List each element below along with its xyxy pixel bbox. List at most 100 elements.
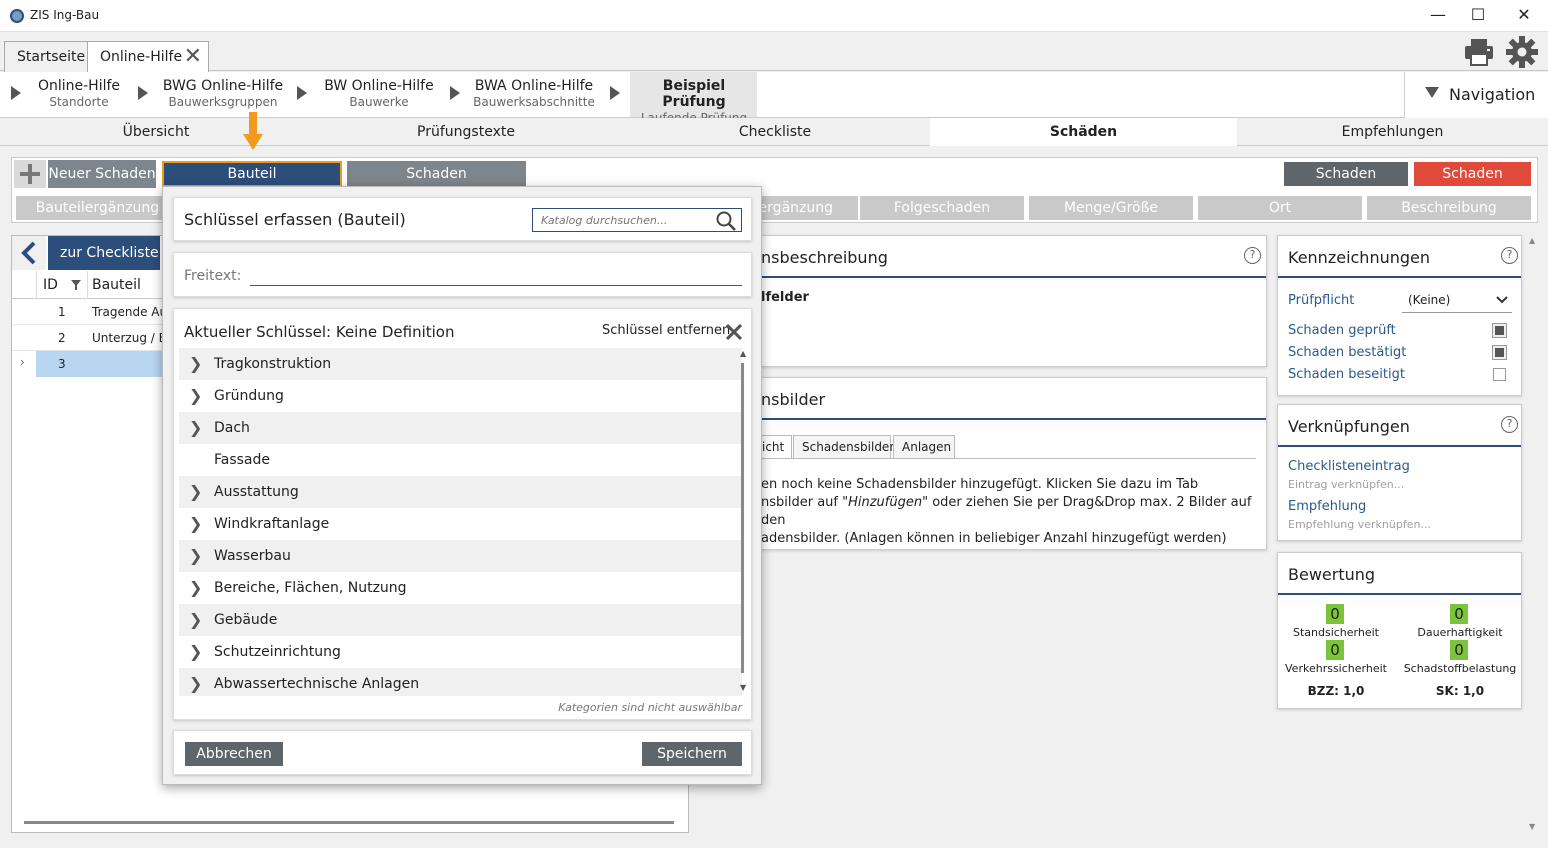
- tab-anlagen[interactable]: Anlagen: [893, 435, 955, 459]
- page-scroll-down-icon[interactable]: ▼: [1529, 822, 1535, 831]
- copy-damage-button[interactable]: Schaden kopieren: [1284, 162, 1408, 206]
- tree-item-schutzeinrichtung[interactable]: ❯ Schutzeinrichtung: [179, 636, 742, 668]
- bauteilergaenzung-button[interactable]: Bauteilergänzung: [16, 196, 179, 220]
- help-icon[interactable]: ?: [1501, 247, 1518, 264]
- help-icon[interactable]: ?: [1244, 247, 1261, 264]
- col-bauteil-header[interactable]: Bauteil: [92, 277, 141, 293]
- col-id-header[interactable]: ID: [36, 271, 88, 299]
- gear-icon[interactable]: [1505, 35, 1539, 69]
- chevron-right-icon: ❯: [189, 642, 203, 661]
- tree-item-gebaeude[interactable]: ❯ Gebäude: [179, 604, 742, 636]
- chevron-right-icon: ❯: [189, 482, 203, 501]
- back-button[interactable]: [12, 236, 46, 270]
- tab-checkliste[interactable]: Checkliste: [620, 118, 930, 146]
- pruefpflicht-select[interactable]: (Keine): [1402, 289, 1512, 313]
- app-tab-bar: [0, 33, 1548, 71]
- kennzeichnungen-title: Kennzeichnungen: [1288, 248, 1431, 267]
- back-to-checklist-button[interactable]: zur Checkliste: [48, 236, 160, 270]
- triangle-down-icon: [1425, 87, 1439, 98]
- tab-pruefungstexte[interactable]: Prüfungstexte: [312, 118, 620, 146]
- save-button[interactable]: Speichern: [642, 742, 742, 766]
- schaden-beseitigt-checkbox[interactable]: [1493, 368, 1506, 381]
- schaden-bestaetigt-checkbox[interactable]: [1492, 345, 1507, 360]
- empfehlung-link[interactable]: Empfehlung: [1288, 499, 1366, 514]
- schaden-geprueft-checkbox[interactable]: [1492, 323, 1507, 338]
- checklisteneintrag-link[interactable]: Checklisteneintrag: [1288, 459, 1410, 474]
- search-icon[interactable]: [716, 211, 736, 231]
- cancel-button[interactable]: Abbrechen: [185, 742, 283, 766]
- breadcrumb-arrow-icon: [11, 86, 21, 100]
- description-body: lfelder: [761, 290, 809, 305]
- tree-item-tragkonstruktion[interactable]: ❯ Tragkonstruktion: [179, 348, 742, 380]
- close-tab-icon[interactable]: ✕: [184, 44, 202, 69]
- beschreibung-button[interactable]: Beschreibung: [1367, 196, 1531, 220]
- tree-item-wasserbau[interactable]: ❯ Wasserbau: [179, 540, 742, 572]
- menge-groesse-button[interactable]: Menge/Größe: [1029, 196, 1193, 220]
- verknuepfungen-panel: Verknüpfungen ? Checklisteneintrag Eintr…: [1277, 404, 1522, 541]
- navigation-label: Navigation: [1449, 85, 1536, 104]
- damage-description-panel: nsbeschreibung ? lfelder: [700, 235, 1267, 367]
- minimize-button[interactable]: —: [1418, 4, 1458, 28]
- bewertung-panel: Bewertung 0 Standsicherheit 0 Dauerhafti…: [1277, 552, 1522, 709]
- tab-empfehlungen[interactable]: Empfehlungen: [1237, 118, 1548, 146]
- tree-item-fassade[interactable]: Fassade: [179, 444, 742, 476]
- tree-item-dach[interactable]: ❯ Dach: [179, 412, 742, 444]
- tree-item-abwasser[interactable]: ❯ Abwassertechnische Anlagen: [179, 668, 742, 696]
- score-label: Verkehrssicherheit: [1285, 662, 1387, 675]
- tree-item-ausstattung[interactable]: ❯ Ausstattung: [179, 476, 742, 508]
- remove-key-label[interactable]: Schlüssel entfernen: [602, 323, 730, 338]
- col-id-label: ID: [43, 277, 58, 293]
- close-window-button[interactable]: ✕: [1504, 4, 1544, 28]
- score-label: Standsicherheit: [1292, 626, 1379, 639]
- scroll-down-icon[interactable]: ▼: [740, 683, 746, 692]
- close-icon[interactable]: [726, 324, 742, 340]
- delete-damage-button[interactable]: Schaden löschen: [1414, 162, 1531, 206]
- key-tree-box: Aktueller Schlüssel: Keine Definition Sc…: [173, 308, 752, 720]
- tab-schaeden[interactable]: Schäden: [930, 118, 1237, 146]
- tab-schadensbilder[interactable]: Schadensbilder: [793, 435, 894, 459]
- row-pointer-icon: ›: [20, 355, 25, 369]
- maximize-button[interactable]: ☐: [1458, 4, 1498, 28]
- page-scroll-up-icon[interactable]: ▲: [1529, 236, 1535, 245]
- freitext-input[interactable]: [250, 285, 742, 286]
- breadcrumb-arrow-icon: [138, 86, 148, 100]
- freitext-box: Freitext:: [173, 252, 752, 297]
- breadcrumb-item-bauwerksabschnitte[interactable]: BWA Online-Hilfe Bauwerksabschnitte: [470, 78, 598, 109]
- ort-button[interactable]: Ort: [1198, 196, 1362, 220]
- vertical-scrollbar[interactable]: [741, 363, 744, 673]
- tree-item-bereiche[interactable]: ❯ Bereiche, Flächen, Nutzung: [179, 572, 742, 604]
- scroll-up-icon[interactable]: ▲: [740, 349, 746, 358]
- navigation-button[interactable]: Navigation: [1404, 72, 1548, 118]
- filter-icon[interactable]: [71, 280, 81, 290]
- tree-item-windkraftanlage[interactable]: ❯ Windkraftanlage: [179, 508, 742, 540]
- help-icon[interactable]: ?: [1501, 416, 1518, 433]
- horizontal-scrollbar[interactable]: [24, 821, 674, 824]
- breadcrumb-item-bauwerksgruppen[interactable]: BWG Online-Hilfe Bauwerksgruppen: [158, 78, 288, 109]
- add-damage-button[interactable]: [14, 160, 46, 188]
- sk-value: SK: 1,0: [1435, 684, 1485, 698]
- bauteil-button[interactable]: Bauteil: [162, 161, 342, 187]
- catalog-search-input[interactable]: [532, 208, 742, 232]
- score-label: Dauerhaftigkeit: [1417, 626, 1503, 639]
- key-entry-dialog: Schlüssel erfassen (Bauteil) Freitext: A…: [162, 186, 762, 785]
- folgeschaden-button[interactable]: Folgeschaden: [860, 196, 1024, 220]
- tree-item-gruendung[interactable]: ❯ Gründung: [179, 380, 742, 412]
- window-title: ZIS Ing-Bau: [30, 8, 100, 22]
- pruefpflicht-label: Prüfpflicht: [1288, 293, 1355, 308]
- new-damage-button[interactable]: Neuer Schaden: [48, 160, 156, 188]
- row-id: 1: [58, 305, 66, 319]
- chevron-right-icon: ❯: [189, 418, 203, 437]
- tab-online-hilfe[interactable]: Online-Hilfe ✕: [87, 41, 209, 72]
- chevron-down-icon: [1496, 296, 1508, 304]
- dialog-header: Schlüssel erfassen (Bauteil): [173, 197, 752, 241]
- tab-startseite[interactable]: Startseite: [4, 41, 88, 72]
- info-line: en noch keine Schadensbilder hinzugefügt…: [761, 477, 1199, 492]
- orange-pointer-arrow-icon: [243, 112, 263, 152]
- schaden-button[interactable]: Schaden: [347, 161, 526, 187]
- breadcrumb-sub: Bauwerksabschnitte: [473, 95, 595, 109]
- bewertung-title: Bewertung: [1288, 565, 1376, 584]
- printer-icon[interactable]: [1463, 37, 1495, 67]
- breadcrumb-item-standorte[interactable]: Online-Hilfe Standorte: [28, 78, 130, 109]
- tab-uebersicht[interactable]: Übersicht: [0, 118, 312, 146]
- breadcrumb-item-bauwerke[interactable]: BW Online-Hilfe Bauwerke: [320, 78, 438, 109]
